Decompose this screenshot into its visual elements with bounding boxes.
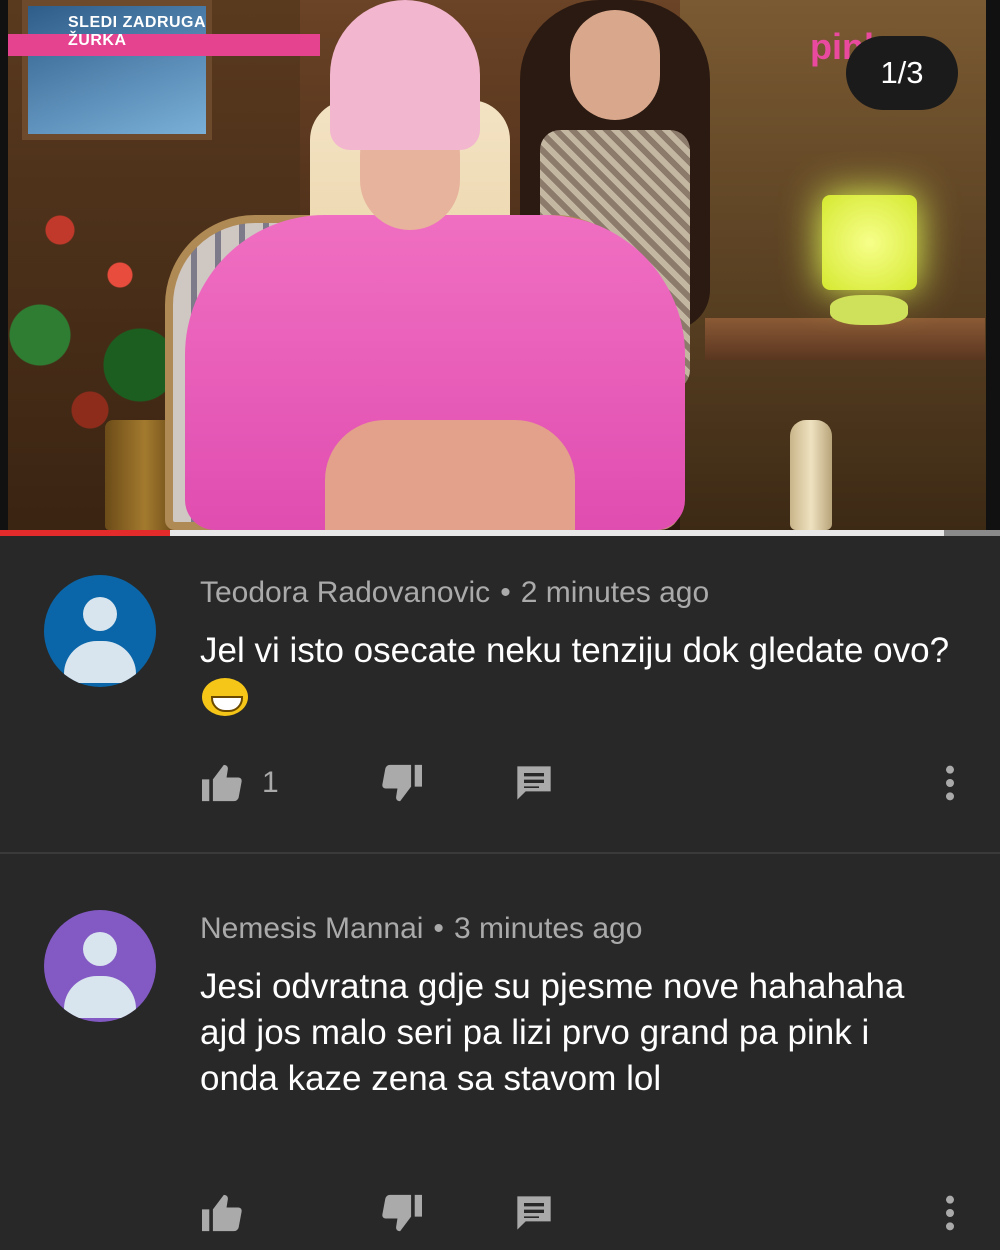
thumbs-up-icon <box>202 764 242 802</box>
more-options-button[interactable] <box>940 758 960 808</box>
progress-bar[interactable] <box>0 530 1000 536</box>
avatar-head <box>83 597 117 631</box>
side-table <box>705 318 985 360</box>
avatar[interactable] <box>44 575 156 687</box>
comment-author[interactable]: Nemesis Mannai <box>200 912 423 945</box>
comment-body: Jel vi isto osecate neku tenziju dok gle… <box>200 631 950 670</box>
comment-author[interactable]: Teodora Radovanovic <box>200 576 490 609</box>
comment-time: 2 minutes ago <box>520 576 710 609</box>
more-vert-icon <box>946 1195 954 1231</box>
main-person <box>185 0 685 530</box>
show-badge: SLEDI ZADRUGA ŽURKA <box>68 14 206 50</box>
like-count: 1 <box>262 766 279 799</box>
progress-played <box>0 530 170 536</box>
lamp <box>822 195 917 290</box>
comment-divider <box>0 852 1000 854</box>
comment-actions: 1 <box>200 758 980 808</box>
badge-line-2: ŽURKA <box>68 32 127 49</box>
reply-button[interactable] <box>514 758 554 808</box>
more-options-button[interactable] <box>940 1188 960 1238</box>
comment-actions <box>200 1188 980 1238</box>
bottle <box>790 420 832 530</box>
comment-time: 3 minutes ago <box>453 912 643 945</box>
image-counter: 1/3 <box>846 36 958 110</box>
dislike-button[interactable] <box>380 758 424 808</box>
video-player[interactable]: SLEDI ZADRUGA ŽURKA pink 1/3 <box>0 0 1000 530</box>
comment-text: Jesi odvratna gdje su pjesme nove hahaha… <box>200 964 940 1102</box>
comment-text: Jel vi isto osecate neku tenziju dok gle… <box>200 628 960 720</box>
thumbs-up-icon <box>202 1194 242 1232</box>
reply-icon <box>517 766 551 800</box>
comment: Teodora Radovanovic • 2 minutes ago Jel vi… <box>0 540 1000 850</box>
comment-meta: Nemesis Mannai • 3 minutes ago <box>200 912 642 946</box>
reply-icon <box>517 1196 551 1230</box>
more-vert-icon <box>946 765 954 801</box>
like-button[interactable]: 1 <box>200 758 279 808</box>
avatar-head <box>83 932 117 966</box>
badge-line-1: SLEDI ZADRUGA <box>68 14 207 31</box>
meta-separator: • <box>500 576 511 609</box>
progress-remaining <box>944 530 1000 536</box>
grinning-squinting-face-icon <box>202 678 248 716</box>
comment-meta: Teodora Radovanovic • 2 minutes ago <box>200 576 709 610</box>
thumbs-down-icon <box>382 764 422 802</box>
avatar-shoulders <box>64 976 136 1018</box>
reply-button[interactable] <box>514 1188 554 1238</box>
comment-body: Jesi odvratna gdje su pjesme nove hahaha… <box>200 967 905 1098</box>
meta-separator: • <box>433 912 444 945</box>
thumbs-down-icon <box>382 1194 422 1232</box>
avatar[interactable] <box>44 910 156 1022</box>
dislike-button[interactable] <box>380 1188 424 1238</box>
video-edge <box>986 0 1000 530</box>
comment: Nemesis Mannai • 3 minutes ago Jesi odvrat… <box>0 876 1000 1246</box>
like-button[interactable] <box>200 1188 244 1238</box>
avatar-shoulders <box>64 641 136 683</box>
lamp-base <box>830 295 908 325</box>
video-edge <box>0 0 8 530</box>
